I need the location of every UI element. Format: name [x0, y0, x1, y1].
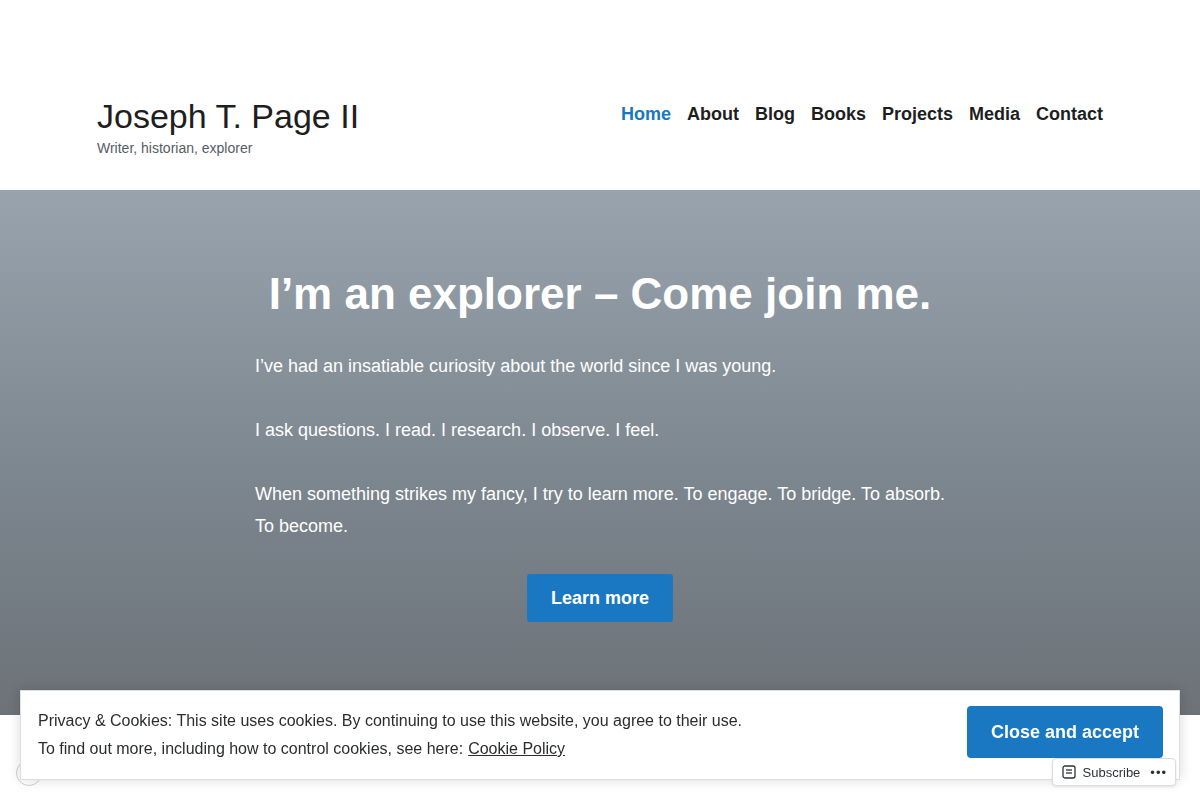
site-title[interactable]: Joseph T. Page II	[97, 96, 359, 136]
nav-link[interactable]: Contact	[1036, 104, 1103, 125]
site-tagline: Writer, historian, explorer	[97, 140, 359, 156]
nav-link[interactable]: About	[687, 104, 739, 125]
more-button[interactable]: •••	[1150, 763, 1167, 782]
cookie-banner: Privacy & Cookies: This site uses cookie…	[20, 690, 1180, 780]
close-accept-button[interactable]: Close and accept	[967, 706, 1163, 758]
hero: I’m an explorer – Come join me. I’ve had …	[0, 190, 1200, 715]
nav-link[interactable]: Projects	[882, 104, 953, 125]
page: Joseph T. Page II Writer, historian, expl…	[0, 0, 1200, 800]
cookie-policy-link[interactable]: Cookie Policy	[468, 740, 565, 757]
main-nav: Home About Blog Books Projects Media Contact	[621, 96, 1103, 125]
nav-link[interactable]: Media	[969, 104, 1020, 125]
hero-paragraph: I’ve had an insatiable curiosity about t…	[255, 350, 945, 382]
hero-paragraph: I ask questions. I read. I research. I o…	[255, 414, 945, 446]
cookie-text: Privacy & Cookies: This site uses cookie…	[38, 707, 742, 763]
learn-more-button[interactable]: Learn more	[527, 574, 673, 622]
nav-link[interactable]: Books	[811, 104, 866, 125]
hero-heading: I’m an explorer – Come join me.	[269, 268, 932, 320]
branding: Joseph T. Page II Writer, historian, expl…	[97, 96, 359, 156]
nav-link[interactable]: Home	[621, 104, 671, 125]
site-header: Joseph T. Page II Writer, historian, expl…	[0, 0, 1200, 190]
hero-body: I’ve had an insatiable curiosity about t…	[255, 350, 945, 542]
hero-paragraph: When something strikes my fancy, I try t…	[255, 478, 945, 542]
subscribe-button[interactable]: Subscribe	[1061, 762, 1141, 782]
nav-link[interactable]: Blog	[755, 104, 795, 125]
reader-icon	[1061, 764, 1077, 780]
action-bar: Subscribe •••	[1052, 758, 1176, 786]
